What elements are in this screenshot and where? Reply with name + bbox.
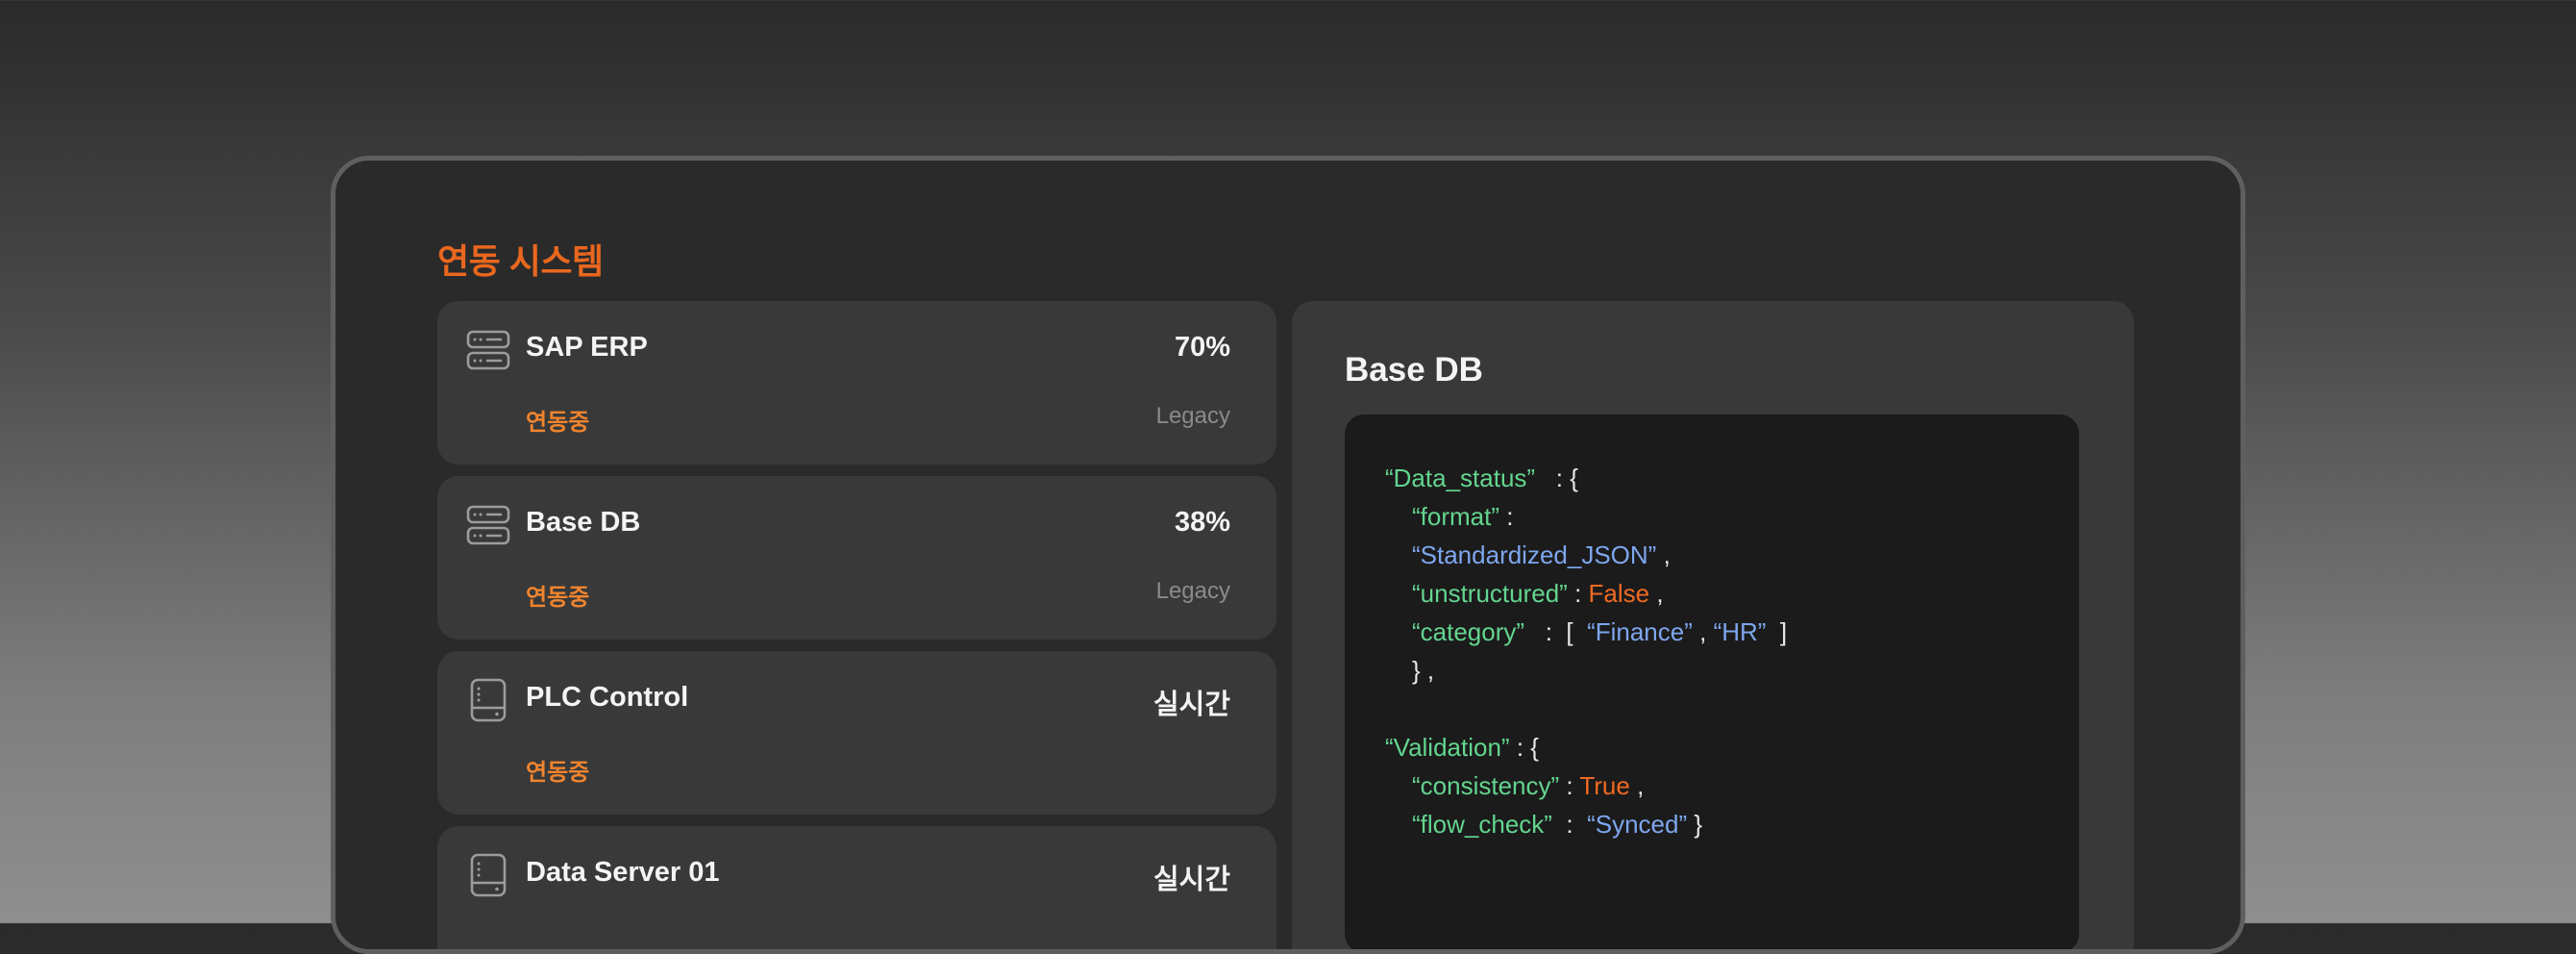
- json-string: “Standardized_JSON”: [1412, 540, 1657, 569]
- system-status: 연동중: [526, 410, 590, 436]
- json-string: “Synced”: [1587, 810, 1688, 839]
- system-realtime-label: 실시간: [1152, 865, 1230, 895]
- system-card-plc-control[interactable]: PLC Control 실시간 연동중: [437, 651, 1276, 815]
- json-string: “HR”: [1713, 617, 1767, 646]
- system-name: PLC Control: [526, 682, 689, 713]
- json-key: “flow_check”: [1412, 810, 1552, 839]
- json-key: “Data_status”: [1385, 464, 1536, 492]
- json-code-block: “Data_status” : { “format” : “Standardiz…: [1345, 414, 2079, 949]
- json-boolean: False: [1588, 579, 1650, 608]
- system-card-data-server-01[interactable]: Data Server 01 실시간: [437, 826, 1276, 949]
- detail-panel: Base DB “Data_status” : { “format” : “St…: [1292, 301, 2134, 949]
- device-icon: [470, 853, 507, 897]
- json-key: “format”: [1412, 502, 1499, 531]
- device-icon: [470, 678, 507, 722]
- json-string: “Finance”: [1587, 617, 1693, 646]
- system-card-sap-erp[interactable]: SAP ERP 70% 연동중 Legacy: [437, 301, 1276, 464]
- system-card-base-db[interactable]: Base DB 38% 연동중 Legacy: [437, 476, 1276, 640]
- system-name: Data Server 01: [526, 857, 720, 888]
- system-progress: 38%: [1174, 507, 1230, 538]
- app-window: 연동 시스템 SAP ERP 70% 연동중 Legacy Base DB 38…: [331, 156, 2245, 954]
- json-key: “Validation”: [1385, 733, 1510, 762]
- server-stack-icon: [466, 330, 510, 370]
- system-progress: 70%: [1174, 332, 1230, 363]
- system-name: Base DB: [526, 507, 641, 538]
- json-key: “consistency”: [1412, 771, 1560, 800]
- system-status: 연동중: [526, 585, 590, 611]
- system-name: SAP ERP: [526, 332, 648, 363]
- json-key: “category”: [1412, 617, 1525, 646]
- system-status: 연동중: [526, 760, 590, 786]
- json-boolean: True: [1579, 771, 1630, 800]
- system-type: Legacy: [1155, 403, 1230, 429]
- system-realtime-label: 실시간: [1152, 690, 1230, 720]
- section-title: 연동 시스템: [437, 241, 604, 281]
- json-key: “unstructured”: [1412, 579, 1568, 608]
- server-stack-icon: [466, 505, 510, 545]
- system-type: Legacy: [1155, 578, 1230, 604]
- detail-title: Base DB: [1345, 351, 1483, 389]
